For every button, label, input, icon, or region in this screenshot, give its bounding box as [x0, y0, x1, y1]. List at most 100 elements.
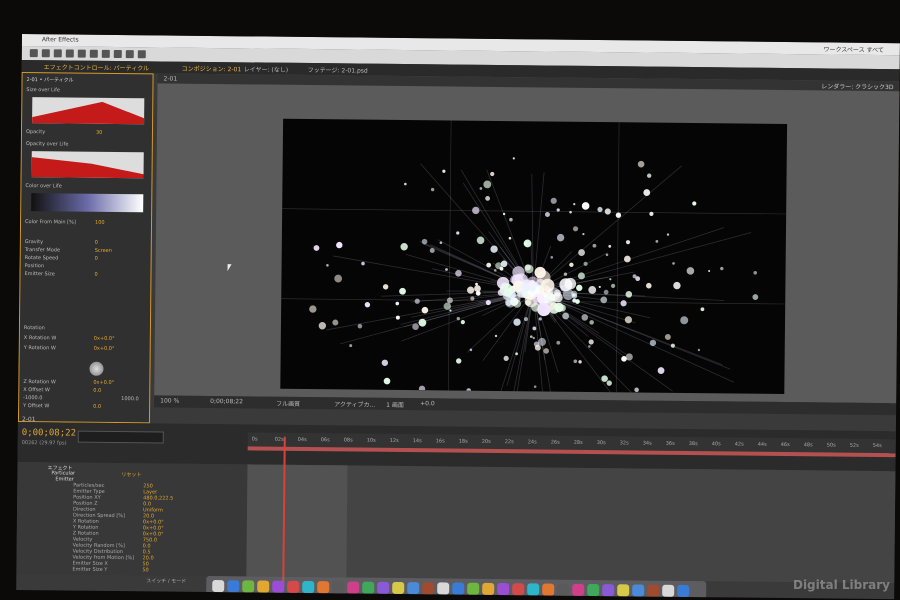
fx-row[interactable]: Rotate Speed 0	[25, 255, 149, 263]
fx-value[interactable]: 0x+0.0°	[94, 336, 115, 342]
selection-tool-icon[interactable]	[29, 49, 38, 58]
dock-app-icon[interactable]	[377, 581, 390, 594]
fx-value[interactable]: Screen	[95, 248, 112, 254]
dock-app-icon[interactable]	[272, 580, 285, 593]
timeline-property-row[interactable]: Emitter	[55, 476, 74, 482]
dock-app-icon[interactable]	[497, 583, 510, 596]
dock-app-icon[interactable]	[602, 584, 615, 597]
dock-app-icon[interactable]	[227, 580, 240, 593]
fx-value[interactable]: 0	[94, 272, 97, 278]
particle	[421, 238, 428, 245]
fx-row[interactable]: Opacity over Life	[26, 141, 150, 149]
dock-app-icon[interactable]	[512, 583, 525, 596]
fx-value[interactable]: 0	[95, 256, 98, 262]
dock-app-icon[interactable]	[452, 582, 465, 595]
views-select[interactable]: 1 画面	[386, 400, 404, 409]
fx-value[interactable]: 100	[95, 220, 105, 226]
dock-app-icon[interactable]	[662, 584, 675, 597]
dock-app-icon[interactable]	[332, 581, 345, 594]
dock-app-icon[interactable]	[287, 580, 300, 593]
text-tool-icon[interactable]	[125, 50, 134, 59]
dock-app-icon[interactable]	[347, 581, 360, 594]
dock-app-icon[interactable]	[422, 582, 435, 595]
exposure-value[interactable]: +0.0	[420, 400, 435, 407]
fx-row[interactable]: Color From Main [%] 100	[25, 219, 149, 227]
rotation-dial[interactable]	[89, 361, 104, 376]
fx-row[interactable]: Size over Life	[26, 87, 150, 95]
dock-app-icon[interactable]	[437, 582, 450, 595]
dock-app-icon[interactable]	[632, 584, 645, 597]
particle	[578, 249, 585, 256]
zoom-level[interactable]: 100 %	[160, 397, 179, 404]
fx-value[interactable]: 0.0	[93, 388, 101, 394]
dock-app-icon[interactable]	[647, 584, 660, 597]
timeline-search-input[interactable]	[77, 430, 164, 444]
fx-value[interactable]: 0x+0.0°	[93, 380, 114, 386]
fx-row[interactable]: Z Rotation W 0x+0.0°	[23, 379, 147, 387]
fx-row[interactable]: Position	[25, 263, 149, 271]
dock-app-icon[interactable]	[482, 582, 495, 595]
renderer-selector[interactable]: レンダラー: クラシック3D	[821, 81, 893, 91]
dock-app-icon[interactable]	[302, 580, 315, 594]
tab-effect-controls[interactable]: エフェクトコントロール: パーティクル	[44, 62, 149, 72]
dock-app-icon[interactable]	[677, 584, 690, 598]
fx-row[interactable]: X Rotation W 0x+0.0°	[24, 335, 148, 343]
dock-app-icon[interactable]	[362, 581, 375, 594]
pen-tool-icon[interactable]	[113, 49, 122, 59]
property-value[interactable]: リセット	[121, 471, 141, 478]
fx-row[interactable]: Transfer Mode Screen	[25, 247, 149, 255]
mask-tool-icon[interactable]	[101, 49, 110, 58]
zoom-tool-icon[interactable]	[53, 49, 62, 58]
fx-value[interactable]: 0.0	[93, 404, 101, 410]
rotate-tool-icon[interactable]	[65, 49, 74, 58]
brush-tool-icon[interactable]	[137, 50, 146, 59]
dock-app-icon[interactable]	[257, 580, 270, 593]
camera-select[interactable]: アクティブカ...	[334, 399, 375, 408]
camera-tool-icon[interactable]	[77, 49, 86, 58]
dock-app-icon[interactable]	[407, 582, 420, 595]
dock-app-icon[interactable]	[392, 581, 405, 595]
ruler-tick: 30s	[596, 440, 606, 447]
property-value[interactable]: 50	[142, 567, 148, 573]
opacity-over-life-graph[interactable]	[31, 151, 144, 179]
fx-value[interactable]: 0x+0.0°	[94, 346, 115, 352]
dock-app-icon[interactable]	[467, 582, 480, 595]
fx-row[interactable]: Y Rotation W 0x+0.0°	[24, 345, 148, 353]
dock-app-icon[interactable]	[317, 581, 330, 594]
comp-name-tab[interactable]: 2-01	[164, 75, 178, 82]
dock-app-icon[interactable]	[587, 583, 600, 597]
size-over-life-graph[interactable]	[32, 97, 145, 125]
timeline-property-row[interactable]: Emitter Size Y 50	[72, 567, 148, 574]
hand-tool-icon[interactable]	[41, 49, 50, 58]
dock-app-icon[interactable]	[212, 580, 225, 593]
particle	[708, 270, 711, 273]
viewer-time[interactable]: 0;00;08;22	[210, 398, 243, 405]
tab-footage[interactable]: フッテージ: 2-01.psd	[308, 65, 368, 75]
fx-row[interactable]: Opacity 30	[26, 129, 150, 137]
workspace-selector[interactable]: ワークスペース すべて	[823, 44, 883, 54]
fx-value[interactable]: 30	[96, 130, 102, 136]
switch-mode-label[interactable]: スイッチ / モード	[146, 577, 186, 584]
timeline-comp-tab[interactable]: 2-01	[22, 416, 36, 423]
dock-app-icon[interactable]	[242, 580, 255, 593]
fx-value[interactable]: 0	[95, 240, 98, 246]
tab-composition[interactable]: コンポジション: 2-01	[182, 64, 242, 74]
dock-app-icon[interactable]	[557, 583, 570, 596]
dock-app-icon[interactable]	[572, 583, 585, 596]
composition-frame[interactable]	[280, 118, 788, 395]
dock-app-icon[interactable]	[542, 583, 555, 596]
pan-tool-icon[interactable]	[89, 49, 98, 58]
fx-row[interactable]: Y Offset W 0.0	[23, 403, 147, 411]
tab-layer[interactable]: レイヤー: (なし)	[244, 64, 289, 73]
resolution-select[interactable]: フル画質	[276, 399, 300, 408]
fx-row[interactable]: Rotation	[24, 325, 148, 333]
current-timecode[interactable]: 0;00;08;22	[22, 428, 76, 439]
fx-row[interactable]: Color over Life	[25, 183, 149, 191]
dock-app-icon[interactable]	[617, 584, 630, 597]
timeline-tracks[interactable]	[246, 464, 896, 584]
fx-row[interactable]: Emitter Size 0	[24, 271, 148, 279]
color-over-life-gradient[interactable]	[31, 193, 144, 213]
fx-row[interactable]: Gravity 0	[25, 239, 149, 247]
fx-row[interactable]: X Offset W 0.0	[23, 387, 147, 395]
dock-app-icon[interactable]	[527, 583, 540, 596]
